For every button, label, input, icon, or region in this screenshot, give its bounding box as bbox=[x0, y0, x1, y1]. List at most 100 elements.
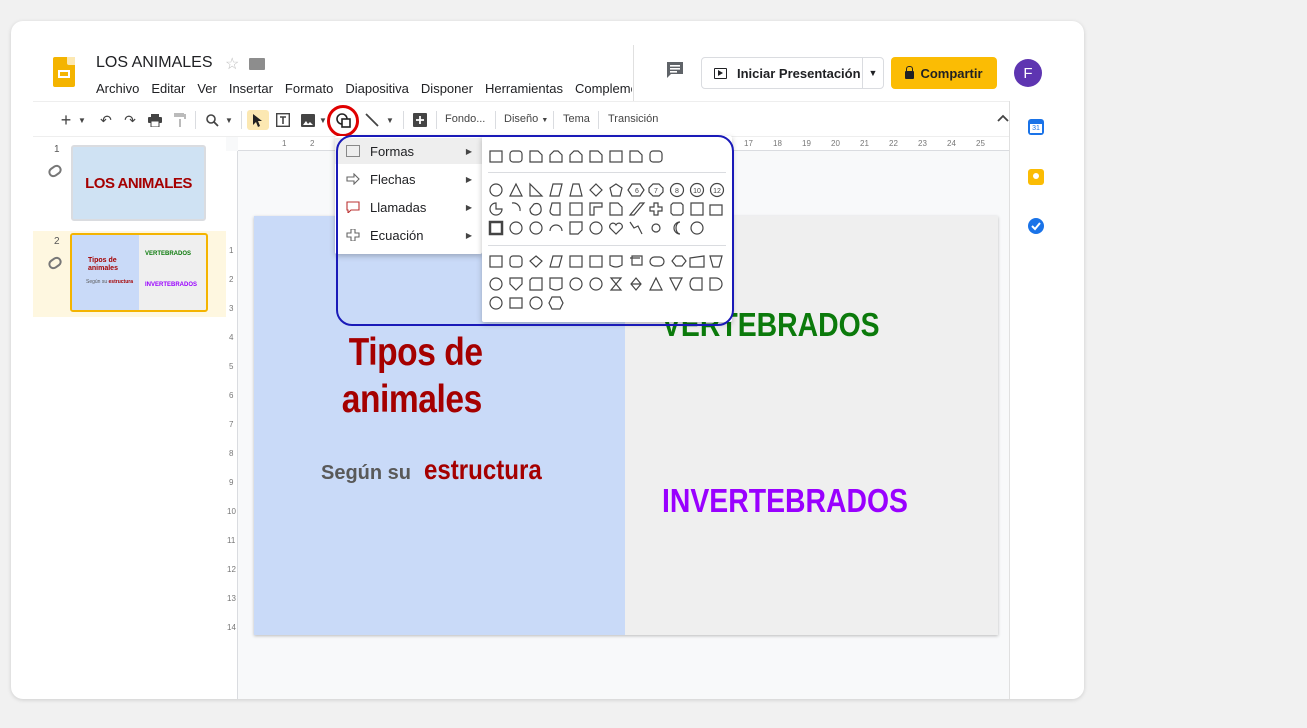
thumbnail-title: Tipos de animales bbox=[88, 257, 118, 272]
undo-icon[interactable]: ↶ bbox=[97, 110, 115, 130]
layout-dropdown-icon: ▼ bbox=[541, 117, 549, 124]
thumbnail-invertebrates: INVERTEBRADOS bbox=[145, 282, 198, 288]
ruler-label: 7 bbox=[229, 420, 234, 429]
line-tool-icon[interactable] bbox=[363, 110, 381, 130]
menu-formato[interactable]: Formato bbox=[285, 81, 333, 96]
menu-ver[interactable]: Ver bbox=[197, 81, 217, 96]
slide-number: 1 bbox=[54, 144, 60, 155]
transition-button[interactable]: Transición bbox=[608, 113, 658, 125]
slide-subtitle-a[interactable]: Según su bbox=[321, 462, 411, 485]
comment-icon[interactable] bbox=[665, 61, 685, 79]
zoom-icon[interactable] bbox=[203, 110, 221, 130]
add-comment-icon[interactable] bbox=[410, 110, 430, 130]
lock-icon bbox=[905, 65, 915, 79]
vertical-ruler[interactable]: 1 2 3 4 5 6 7 8 9 10 11 12 13 14 bbox=[226, 151, 238, 699]
menu-disponer[interactable]: Disponer bbox=[421, 81, 473, 96]
slide-row-2[interactable]: 2 Tipos de animales Según su estructura … bbox=[33, 231, 226, 317]
header-actions: Iniciar Presentación ▼ Compartir F bbox=[633, 45, 1059, 101]
zoom-dropdown-icon[interactable]: ▼ bbox=[224, 110, 234, 130]
slide-title[interactable]: Tipos de animales bbox=[341, 329, 483, 423]
new-slide-icon[interactable]: + bbox=[57, 110, 75, 130]
new-slide-dropdown-icon[interactable]: ▼ bbox=[77, 110, 87, 130]
redo-icon[interactable]: ↷ bbox=[121, 110, 139, 130]
ruler-label: 6 bbox=[229, 391, 234, 400]
menu-complementos[interactable]: Complementos bbox=[575, 81, 632, 96]
slide-subtitle-b[interactable]: estructura bbox=[424, 454, 542, 486]
calendar-icon[interactable]: 31 bbox=[1028, 119, 1044, 135]
ruler-label: 3 bbox=[229, 304, 234, 313]
text-box-icon[interactable] bbox=[273, 110, 293, 130]
share-button[interactable]: Compartir bbox=[891, 57, 997, 89]
ruler-label: 1 bbox=[229, 246, 234, 255]
slide-thumbnail-1[interactable]: LOS ANIMALES bbox=[71, 145, 206, 221]
menu-bar: Archivo Editar Ver Insertar Formato Diap… bbox=[96, 81, 632, 96]
present-dropdown-icon[interactable]: ▼ bbox=[863, 68, 883, 78]
present-button[interactable]: Iniciar Presentación bbox=[702, 58, 863, 88]
print-icon[interactable] bbox=[146, 110, 164, 130]
present-label: Iniciar Presentación bbox=[737, 65, 861, 81]
present-button-group: Iniciar Presentación ▼ bbox=[701, 57, 884, 89]
menu-herramientas[interactable]: Herramientas bbox=[485, 81, 563, 96]
background-button[interactable]: Fondo... bbox=[445, 113, 485, 125]
tasks-icon[interactable] bbox=[1028, 218, 1044, 234]
ruler-label: 21 bbox=[860, 139, 869, 148]
ruler-label: 2 bbox=[229, 275, 234, 284]
theme-button[interactable]: Tema bbox=[563, 113, 590, 125]
thumbnail-vertebrates: VERTEBRADOS bbox=[145, 251, 192, 257]
thumbnail-subtitle: Según su estructura bbox=[86, 279, 133, 285]
ruler-label: 9 bbox=[229, 478, 234, 487]
star-icon[interactable]: ☆ bbox=[225, 54, 239, 74]
shape-tool-highlight bbox=[327, 105, 359, 137]
link-icon bbox=[46, 162, 64, 180]
ruler-label: 23 bbox=[918, 139, 927, 148]
shapes-highlight-outline bbox=[336, 135, 734, 326]
ruler-label: 24 bbox=[947, 139, 956, 148]
ruler-label: 12 bbox=[227, 565, 236, 574]
menu-editar[interactable]: Editar bbox=[151, 81, 185, 96]
thumbnail-subtitle-b: estructura bbox=[108, 279, 133, 285]
ruler-label: 5 bbox=[229, 362, 234, 371]
ruler-label: 8 bbox=[229, 449, 234, 458]
share-label: Compartir bbox=[920, 65, 983, 81]
collapse-toolbar-icon[interactable] bbox=[997, 111, 1009, 125]
layout-button[interactable]: Diseño ▼ bbox=[504, 113, 548, 125]
menu-insertar[interactable]: Insertar bbox=[229, 81, 273, 96]
menu-archivo[interactable]: Archivo bbox=[96, 81, 139, 96]
ruler-label: 14 bbox=[227, 623, 236, 632]
ruler-label: 17 bbox=[744, 139, 753, 148]
thumbnail-title: LOS ANIMALES bbox=[85, 174, 192, 192]
ruler-label: 10 bbox=[227, 507, 236, 516]
filmstrip: 1 LOS ANIMALES 2 Tipos de animales Según… bbox=[33, 137, 226, 699]
slide-thumbnail-2[interactable]: Tipos de animales Según su estructura VE… bbox=[70, 233, 208, 312]
ruler-label: 20 bbox=[831, 139, 840, 148]
select-tool-icon[interactable] bbox=[247, 110, 269, 130]
side-panel: 31 bbox=[1009, 101, 1084, 699]
ruler-label: 2 bbox=[310, 139, 315, 148]
slide-number: 2 bbox=[54, 236, 60, 247]
layout-label: Diseño bbox=[504, 113, 539, 125]
present-icon bbox=[714, 67, 727, 79]
keep-icon[interactable] bbox=[1028, 169, 1044, 185]
ruler-label: 11 bbox=[227, 536, 236, 545]
menu-diapositiva[interactable]: Diapositiva bbox=[345, 81, 409, 96]
slides-logo[interactable] bbox=[53, 57, 75, 87]
ruler-label: 1 bbox=[282, 139, 287, 148]
ruler-label: 25 bbox=[976, 139, 985, 148]
slide-title-line2: animales bbox=[341, 378, 483, 421]
insert-image-icon[interactable] bbox=[298, 110, 318, 130]
ruler-label: 18 bbox=[773, 139, 782, 148]
thumbnail-subtitle-a: Según su bbox=[86, 279, 108, 285]
ruler-label: 19 bbox=[802, 139, 811, 148]
paint-format-icon[interactable] bbox=[171, 110, 189, 130]
slides-window: LOS ANIMALES ☆ Archivo Editar Ver Insert… bbox=[11, 21, 1084, 699]
image-dropdown-icon[interactable]: ▼ bbox=[319, 110, 327, 130]
ruler-label: 13 bbox=[227, 594, 236, 603]
folder-icon[interactable] bbox=[249, 58, 265, 70]
link-icon bbox=[46, 254, 64, 272]
document-title[interactable]: LOS ANIMALES bbox=[96, 54, 213, 72]
avatar[interactable]: F bbox=[1014, 59, 1042, 87]
toolbar: + ▼ ↶ ↷ ▼ ▼ ▼ Fondo... Diseño ▼ Tema Tra… bbox=[33, 101, 1059, 137]
line-dropdown-icon[interactable]: ▼ bbox=[385, 110, 395, 130]
invertebrates-label[interactable]: INVERTEBRADOS bbox=[662, 482, 908, 520]
ruler-label: 22 bbox=[889, 139, 898, 148]
